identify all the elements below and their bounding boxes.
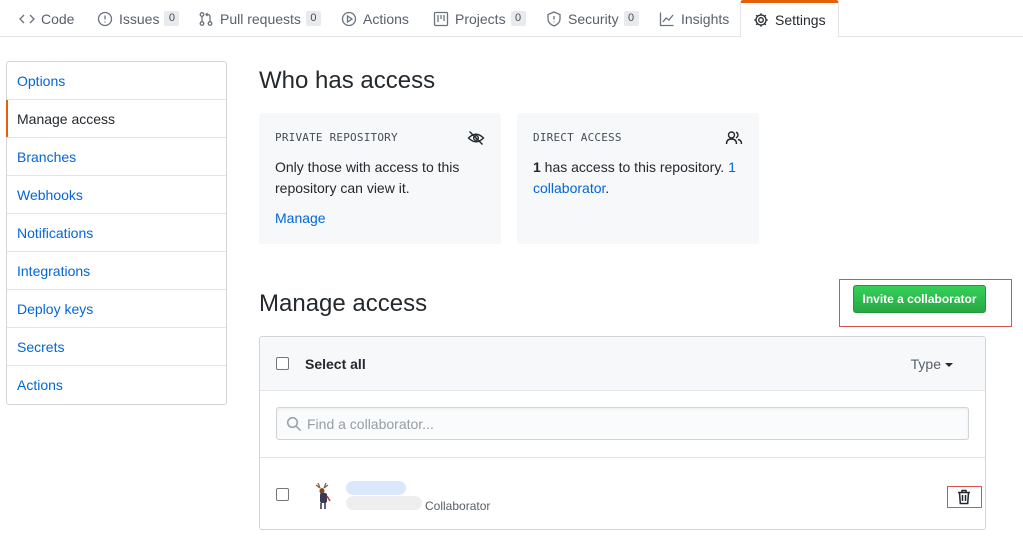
select-all-label[interactable]: Select all <box>305 356 366 372</box>
tab-projects-label: Projects <box>455 10 506 27</box>
invite-collaborator-button[interactable]: Invite a collaborator <box>853 285 986 313</box>
graph-icon <box>659 12 674 26</box>
repo-nav: Code Issues 0 Pull requests 0 Actions Pr… <box>0 0 1023 38</box>
search-row <box>260 391 985 458</box>
tab-issues-label: Issues <box>119 10 160 27</box>
tab-insights[interactable]: Insights <box>659 0 729 37</box>
collaborators-box-header: Select all Type <box>260 337 985 391</box>
tab-security-label: Security <box>568 10 619 27</box>
direct-access-suffix: . <box>605 180 610 196</box>
sidebar-item-integrations[interactable]: Integrations <box>7 252 226 290</box>
direct-access-text: 1 has access to this repository. 1 colla… <box>533 157 743 199</box>
trash-icon <box>958 489 970 505</box>
caret-down-icon <box>945 363 953 368</box>
tab-pull-requests-label: Pull requests <box>220 10 301 27</box>
pull-requests-count: 0 <box>305 11 321 26</box>
manage-visibility-link[interactable]: Manage <box>275 210 326 226</box>
projects-count: 0 <box>510 11 526 26</box>
tab-code[interactable]: Code <box>19 0 74 37</box>
sidebar-item-manage-access[interactable]: Manage access <box>6 100 226 138</box>
collaborator-role: Collaborator <box>425 499 491 513</box>
tab-actions-label: Actions <box>363 10 409 27</box>
who-has-access-title: Who has access <box>259 67 436 94</box>
sidebar-item-notifications[interactable]: Notifications <box>7 214 226 252</box>
direct-access-caption: DIRECT ACCESS <box>533 131 622 144</box>
issue-icon <box>97 11 113 26</box>
type-filter-dropdown[interactable]: Type <box>911 356 953 372</box>
direct-access-card: DIRECT ACCESS 1 has access to this repos… <box>517 113 759 244</box>
eye-closed-icon <box>467 129 485 147</box>
private-repository-text: Only those with access to this repositor… <box>275 159 460 196</box>
sidebar-item-webhooks[interactable]: Webhooks <box>7 176 226 214</box>
tab-settings[interactable]: Settings <box>740 0 839 38</box>
sidebar-item-options[interactable]: Options <box>7 62 226 100</box>
tab-settings-label: Settings <box>775 12 826 28</box>
direct-access-count: 1 <box>533 159 541 175</box>
find-collaborator-search <box>276 407 969 440</box>
search-icon <box>286 416 302 432</box>
code-icon <box>19 14 35 23</box>
deer-avatar <box>315 482 331 509</box>
sidebar-item-secrets[interactable]: Secrets <box>7 328 226 366</box>
select-all-checkbox[interactable] <box>276 357 289 370</box>
tab-pull-requests[interactable]: Pull requests 0 <box>198 0 321 37</box>
collaborator-checkbox[interactable] <box>276 488 289 501</box>
issues-count: 0 <box>164 11 180 26</box>
sidebar-item-actions[interactable]: Actions <box>7 366 226 404</box>
tab-insights-label: Insights <box>681 10 730 27</box>
shield-icon <box>547 10 561 27</box>
tab-projects[interactable]: Projects 0 <box>433 0 526 37</box>
tab-code-label: Code <box>41 10 75 27</box>
settings-sidebar: Options Manage access Branches Webhooks … <box>6 61 227 405</box>
private-repository-card: PRIVATE REPOSITORY Only those with acces… <box>259 113 501 244</box>
pull-request-icon <box>199 11 213 26</box>
tab-issues[interactable]: Issues 0 <box>97 0 180 37</box>
gear-icon <box>754 13 768 27</box>
tab-security[interactable]: Security 0 <box>546 0 639 37</box>
collaborators-box: Select all Type Collaborator <box>259 336 986 530</box>
project-icon <box>433 11 449 26</box>
collaborator-name-redacted <box>346 481 406 495</box>
manage-access-title: Manage access <box>259 290 428 317</box>
private-repository-caption: PRIVATE REPOSITORY <box>275 131 398 144</box>
sidebar-item-deploy-keys[interactable]: Deploy keys <box>7 290 226 328</box>
collaborator-row: Collaborator <box>260 459 985 529</box>
tab-actions[interactable]: Actions <box>341 0 409 37</box>
collaborator-username-redacted <box>346 496 422 510</box>
play-icon <box>341 11 357 26</box>
security-count: 0 <box>623 11 639 26</box>
find-collaborator-input[interactable] <box>307 408 957 439</box>
type-filter-label: Type <box>910 356 941 372</box>
remove-collaborator-button[interactable] <box>954 487 974 507</box>
direct-access-desc: has access to this repository. <box>540 159 729 175</box>
people-icon <box>725 129 743 147</box>
sidebar-item-branches[interactable]: Branches <box>7 138 226 176</box>
